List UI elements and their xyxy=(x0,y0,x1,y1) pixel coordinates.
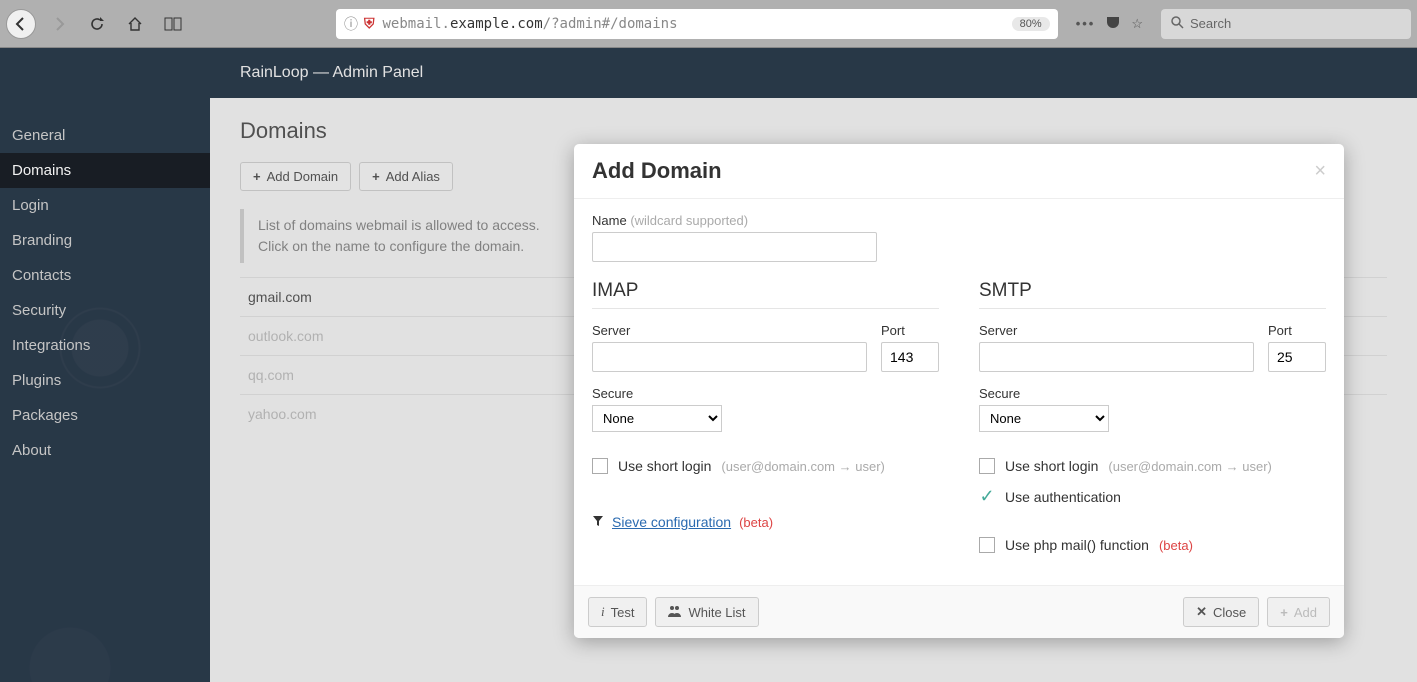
imap-server-label: Server xyxy=(592,323,867,338)
zoom-badge[interactable]: 80% xyxy=(1012,17,1050,31)
smtp-secure-select[interactable]: None xyxy=(979,405,1109,432)
smtp-heading: SMTP xyxy=(979,280,1326,309)
smtp-short-login-checkbox[interactable] xyxy=(979,458,995,474)
back-button[interactable] xyxy=(6,9,36,39)
more-icon[interactable]: ••• xyxy=(1076,16,1096,31)
imap-column: IMAP Server Port Secure None xyxy=(592,280,939,565)
url-pre: webmail. xyxy=(383,16,450,32)
smtp-short-login-hint: (user@domain.com → user) xyxy=(1108,459,1271,474)
smtp-column: SMTP Server Port Secure None xyxy=(979,280,1326,565)
filter-icon xyxy=(592,514,604,530)
search-placeholder: Search xyxy=(1190,16,1231,31)
test-button[interactable]: i Test xyxy=(588,597,647,627)
imap-secure-label: Secure xyxy=(592,386,939,401)
name-label-text: Name xyxy=(592,213,627,228)
smtp-port-label: Port xyxy=(1268,323,1326,338)
smtp-port-input[interactable] xyxy=(1268,342,1326,372)
search-icon xyxy=(1171,16,1184,32)
plus-icon: + xyxy=(1280,605,1288,620)
imap-short-login-hint: (user@domain.com → user) xyxy=(721,459,884,474)
close-label: Close xyxy=(1213,605,1246,620)
name-label: Name (wildcard supported) xyxy=(592,213,1326,228)
smtp-phpmail-label: Use php mail() function xyxy=(1005,537,1149,553)
imap-short-login-label: Use short login xyxy=(618,458,711,474)
imap-secure-select[interactable]: None xyxy=(592,405,722,432)
sieve-beta: (beta) xyxy=(739,515,773,530)
pocket-icon[interactable] xyxy=(1105,14,1121,33)
whitelist-button[interactable]: White List xyxy=(655,597,758,627)
add-label: Add xyxy=(1294,605,1317,620)
imap-short-login-checkbox[interactable] xyxy=(592,458,608,474)
imap-port-label: Port xyxy=(881,323,939,338)
add-domain-modal: Add Domain × Name (wildcard supported) I… xyxy=(574,144,1344,638)
smtp-phpmail-beta: (beta) xyxy=(1159,538,1193,553)
smtp-short-login-label: Use short login xyxy=(1005,458,1098,474)
imap-port-input[interactable] xyxy=(881,342,939,372)
address-bar[interactable]: ⓘ ⛨ webmail.example.com/?admin#/domains … xyxy=(336,9,1058,39)
smtp-server-label: Server xyxy=(979,323,1254,338)
url-host: example.com xyxy=(450,16,543,32)
reload-button[interactable] xyxy=(82,9,112,39)
whitelist-label: White List xyxy=(688,605,745,620)
users-icon xyxy=(668,605,682,620)
x-icon: ✕ xyxy=(1196,604,1207,620)
url-path: /?admin#/domains xyxy=(543,16,678,32)
smtp-server-input[interactable] xyxy=(979,342,1254,372)
home-button[interactable] xyxy=(120,9,150,39)
reader-button[interactable] xyxy=(158,9,188,39)
imap-server-input[interactable] xyxy=(592,342,867,372)
browser-toolbar: ⓘ ⛨ webmail.example.com/?admin#/domains … xyxy=(0,0,1417,48)
info-icon: i xyxy=(601,604,605,620)
shield-icon: ⛨ xyxy=(364,16,375,32)
info-icon: ⓘ xyxy=(344,14,358,34)
close-icon[interactable]: × xyxy=(1314,160,1326,183)
smtp-phpmail-checkbox[interactable] xyxy=(979,537,995,553)
imap-heading: IMAP xyxy=(592,280,939,309)
star-icon[interactable]: ☆ xyxy=(1131,16,1143,32)
close-button[interactable]: ✕ Close xyxy=(1183,597,1259,627)
sieve-config-link[interactable]: Sieve configuration xyxy=(612,514,731,530)
addr-actions: ••• ☆ xyxy=(1066,14,1153,33)
smtp-auth-checkbox[interactable]: ✓ xyxy=(979,486,995,507)
name-hint: (wildcard supported) xyxy=(630,213,748,228)
smtp-secure-label: Secure xyxy=(979,386,1326,401)
test-label: Test xyxy=(611,605,635,620)
add-button[interactable]: + Add xyxy=(1267,597,1330,627)
domain-name-input[interactable] xyxy=(592,232,877,262)
modal-title: Add Domain xyxy=(592,158,722,184)
search-box[interactable]: Search xyxy=(1161,9,1411,39)
forward-button[interactable] xyxy=(44,9,74,39)
smtp-auth-label: Use authentication xyxy=(1005,489,1121,505)
